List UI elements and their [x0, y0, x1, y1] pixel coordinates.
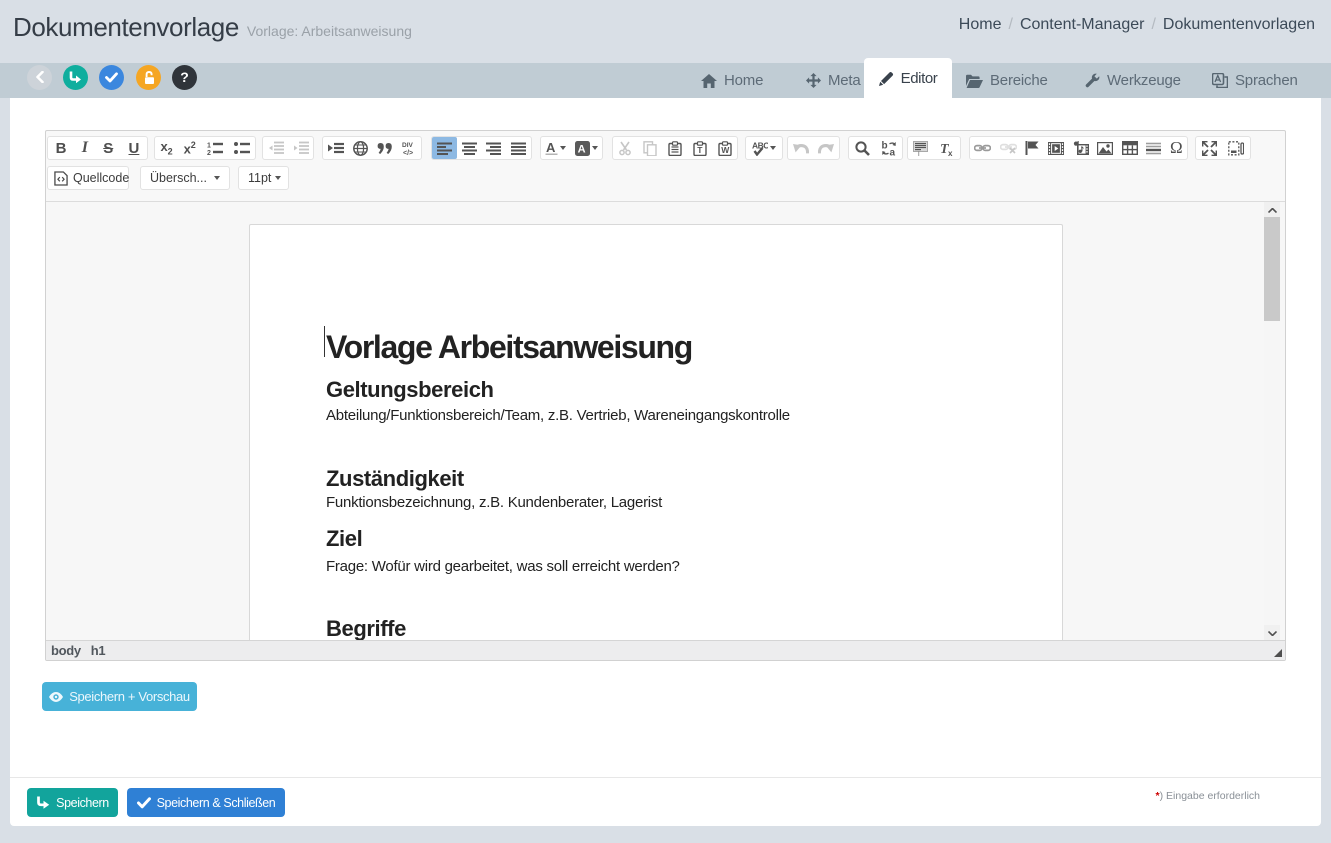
svg-text:1: 1 — [207, 143, 211, 150]
svg-text:ABC: ABC — [752, 141, 768, 151]
svg-text:2: 2 — [207, 150, 211, 155]
svg-text:I: I — [918, 152, 920, 156]
svg-text:DIV: DIV — [402, 142, 414, 149]
svg-text:a: a — [889, 147, 895, 156]
svg-text:b: b — [881, 141, 887, 152]
svg-text:W: W — [721, 145, 730, 155]
svg-text:A: A — [546, 141, 556, 155]
svg-text:</>: </> — [403, 150, 413, 156]
svg-text:x: x — [948, 149, 953, 156]
svg-text:T: T — [697, 145, 703, 155]
svg-text:A: A — [577, 143, 585, 155]
